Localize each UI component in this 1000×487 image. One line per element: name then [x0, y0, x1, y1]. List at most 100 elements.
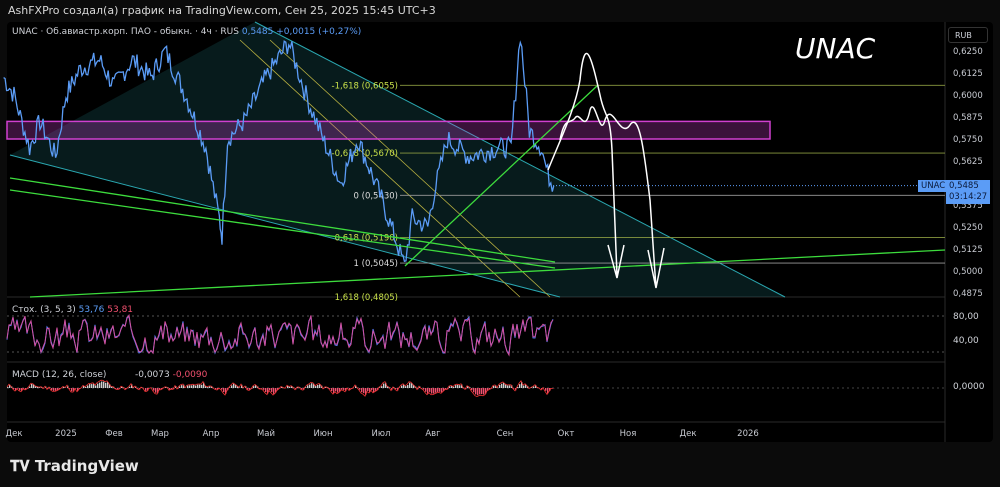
time-axis-tick: Дек — [5, 429, 22, 439]
macd-histogram-bar — [51, 388, 53, 391]
macd-histogram-bar — [273, 388, 275, 394]
macd-histogram-bar — [307, 385, 309, 388]
symbol-legend[interactable]: UNAC · Об.авиастр.корп. ПАО - обыкн. · 4… — [12, 27, 361, 37]
macd-histogram-bar — [427, 388, 429, 394]
macd-histogram-bar — [453, 386, 455, 388]
macd-histogram-bar — [343, 388, 345, 390]
macd-histogram-bar — [87, 385, 89, 388]
macd-histogram-bar — [91, 384, 93, 388]
macd-histogram-bar — [437, 388, 439, 392]
macd-histogram-bar — [209, 386, 211, 388]
price-axis-tick: 0,5125 — [953, 245, 983, 255]
macd-histogram-bar — [233, 383, 235, 388]
macd-histogram-bar — [311, 383, 313, 388]
macd-histogram-bar — [483, 388, 485, 395]
macd-histogram-bar — [481, 388, 483, 395]
time-axis-tick: Июн — [313, 429, 332, 439]
macd-histogram-bar — [103, 381, 105, 388]
macd-label: MACD (12, 26, close) — [12, 370, 107, 380]
macd-histogram-bar — [99, 382, 101, 388]
time-axis-tick: Окт — [558, 429, 575, 439]
macd-histogram-bar — [181, 385, 183, 388]
macd-histogram-bar — [159, 388, 161, 390]
time-axis-tick: Ноя — [620, 429, 637, 439]
bar-countdown: 03:14:27 — [949, 192, 988, 202]
macd-histogram-bar — [105, 382, 107, 388]
macd-histogram-bar — [533, 386, 535, 388]
macd-histogram-bar — [405, 386, 407, 388]
macd-histogram-bar — [473, 388, 475, 393]
price-axis-tick: 0,6250 — [953, 47, 983, 57]
macd-histogram-bar — [371, 388, 373, 391]
macd-histogram-bar — [335, 388, 337, 392]
macd-histogram-bar — [395, 388, 397, 390]
macd-histogram-bar — [407, 385, 409, 388]
macd-histogram-bar — [71, 388, 73, 392]
price-chart[interactable]: -1,618 (0,6055)-0,618 (0,5670)0 (0,5430)… — [0, 0, 1000, 487]
stoch-label: Стох. (3, 5, 3) — [12, 305, 76, 315]
macd-legend[interactable]: MACD (12, 26, close) -0,0073 -0,0090 — [12, 370, 207, 380]
fib-level-label: 1 (0,5045) — [354, 259, 398, 269]
macd-histogram-bar — [545, 388, 547, 391]
macd-histogram-bar — [479, 388, 481, 395]
macd-histogram-bar — [317, 384, 319, 388]
macd-histogram-bar — [341, 388, 343, 390]
macd-histogram-bar — [129, 386, 131, 388]
macd-histogram-bar — [477, 388, 479, 396]
macd-histogram-bar — [253, 386, 255, 388]
macd-histogram-bar — [309, 384, 311, 388]
fib-level-label: -1,618 (0,6055) — [332, 81, 398, 91]
time-axis-tick: 2025 — [55, 429, 77, 439]
macd-histogram-bar — [265, 388, 267, 393]
macd-histogram-bar — [457, 384, 459, 388]
fib-level-label: 1,618 (0,4805) — [335, 293, 398, 303]
macd-histogram-bar — [455, 385, 457, 388]
macd-histogram-bar — [223, 388, 225, 393]
symbol-price-tag: UNAC — [918, 180, 949, 192]
stoch-k: 53,76 — [78, 305, 105, 315]
macd-value: -0,0073 — [135, 370, 170, 380]
fib-level-label: 0 (0,5430) — [354, 191, 398, 201]
currency-button[interactable]: RUB — [948, 27, 988, 43]
symbol-name: UNAC · Об.авиастр.корп. ПАО - обыкн. · 4… — [12, 27, 239, 37]
macd-histogram-bar — [97, 383, 99, 388]
macd-histogram-bar — [189, 385, 191, 388]
macd-histogram-bar — [187, 385, 189, 388]
macd-histogram-bar — [231, 385, 233, 388]
macd-histogram-bar — [199, 384, 201, 388]
resistance-zone — [6, 120, 771, 140]
macd-histogram-bar — [301, 388, 303, 390]
macd-histogram-bar — [31, 384, 33, 388]
macd-histogram-bar — [271, 388, 273, 392]
macd-histogram-bar — [359, 388, 361, 390]
macd-histogram-bar — [507, 385, 509, 388]
price-axis-tick: 0,5250 — [953, 223, 983, 233]
last-price: 0,5485 — [241, 27, 274, 37]
macd-histogram-bar — [221, 388, 223, 390]
logo-text: TradingView — [34, 457, 139, 475]
macd-histogram-bar — [155, 388, 157, 393]
tradingview-logo[interactable]: 𝐓𝐕 TradingView — [10, 457, 139, 475]
macd-histogram-bar — [337, 388, 339, 393]
stoch-d-line — [6, 313, 554, 357]
macd-histogram-bar — [503, 382, 505, 388]
price-axis-tick: 0,5750 — [953, 135, 983, 145]
last-price-label: 0,5485 03:14:27 — [946, 180, 991, 204]
time-axis-tick: Дек — [679, 429, 696, 439]
macd-histogram-bar — [501, 383, 503, 388]
price-axis-tick: 0,5625 — [953, 157, 983, 167]
macd-histogram-bar — [493, 385, 495, 388]
channel-fill — [10, 22, 785, 297]
stoch-legend[interactable]: Стох. (3, 5, 3) 53,76 53,81 — [12, 305, 133, 315]
macd-histogram-bar — [363, 388, 365, 394]
macd-histogram-bar — [499, 384, 501, 388]
macd-histogram-bar — [429, 388, 431, 392]
macd-histogram-bar — [373, 388, 375, 393]
price-axis-tick: 0,5875 — [953, 113, 983, 123]
macd-histogram-bar — [409, 382, 411, 388]
time-axis-tick: Авг — [425, 429, 441, 439]
macd-histogram-bar — [383, 383, 385, 388]
macd-histogram-bar — [475, 388, 477, 395]
macd-histogram-bar — [247, 388, 249, 390]
macd-histogram-bar — [445, 388, 447, 390]
